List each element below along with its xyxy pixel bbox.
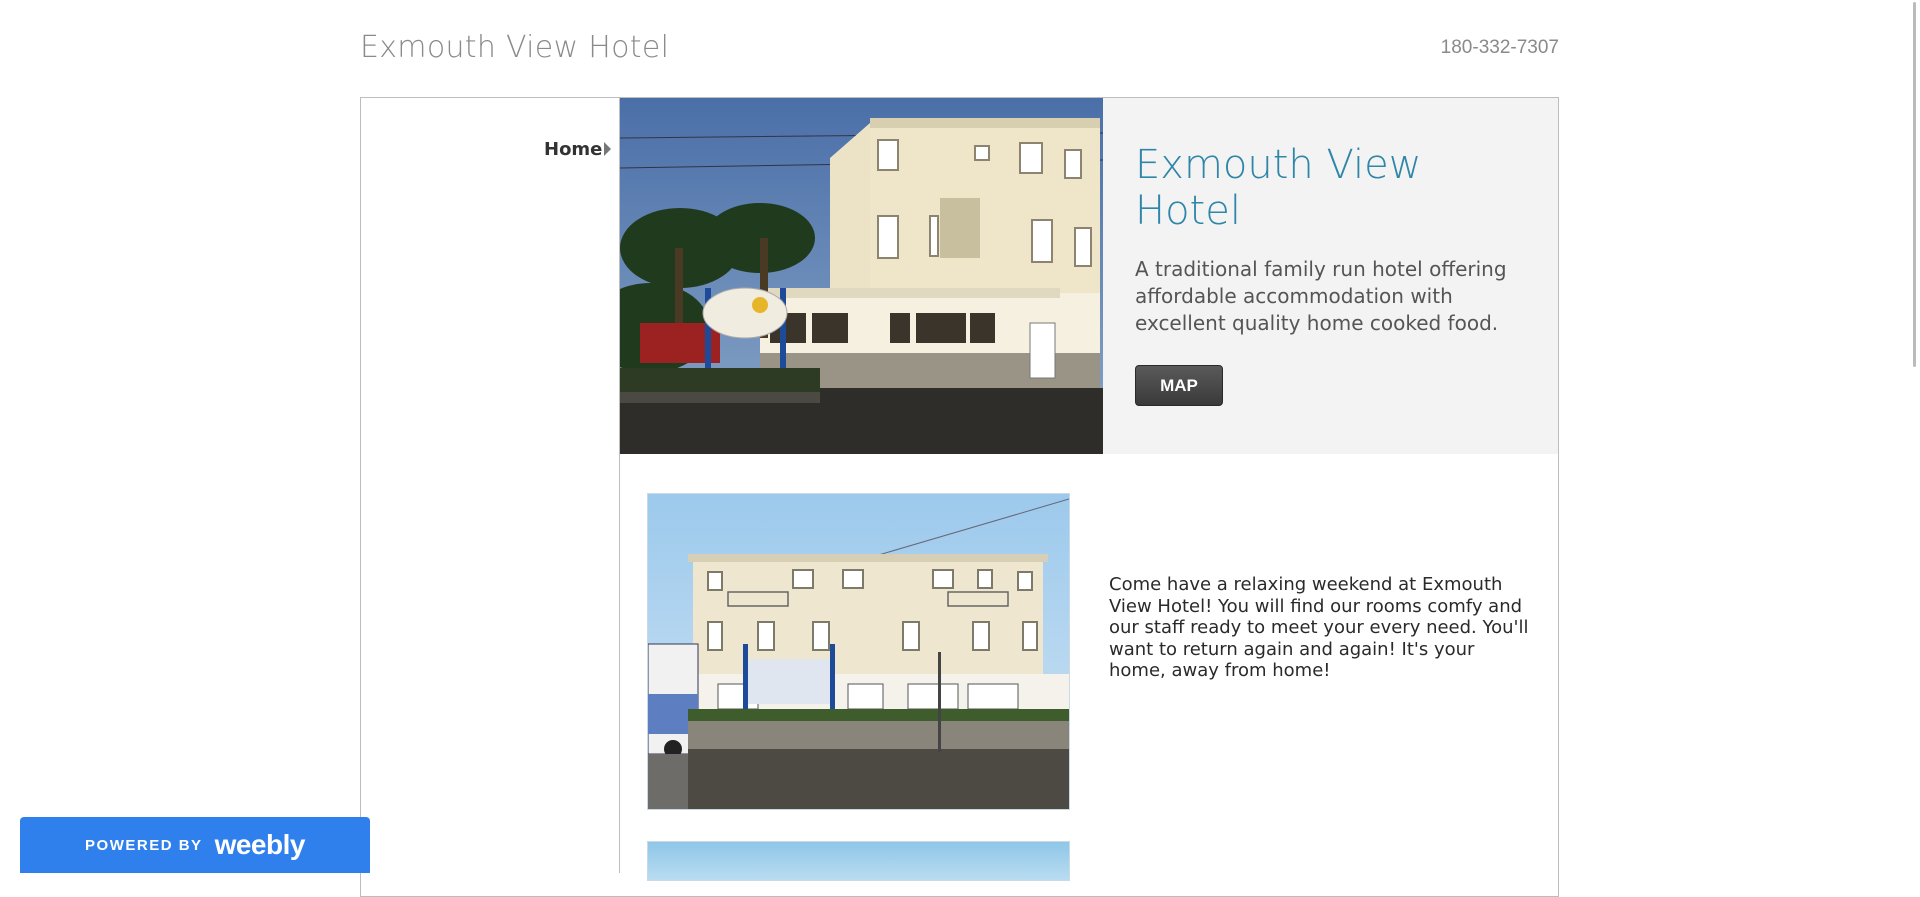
nav-item-home[interactable]: Home bbox=[544, 139, 602, 160]
scrollbar[interactable] bbox=[1903, 0, 1920, 873]
scrollbar-thumb[interactable] bbox=[1913, 2, 1916, 367]
map-button[interactable]: MAP bbox=[1135, 365, 1223, 406]
third-photo bbox=[647, 841, 1070, 881]
weebly-logo: weebly bbox=[214, 829, 306, 860]
hotel-exterior-photo bbox=[647, 493, 1070, 810]
hero-hotel-photo bbox=[620, 98, 1103, 454]
weebly-badge[interactable]: POWERED BY weebly bbox=[20, 817, 370, 873]
caret-right-icon bbox=[604, 142, 611, 156]
hero-title: Exmouth View Hotel bbox=[1135, 142, 1422, 234]
phone-number: 180-332-7307 bbox=[1440, 37, 1559, 58]
powered-by-label: POWERED BY bbox=[85, 836, 203, 854]
site-title[interactable]: Exmouth View Hotel bbox=[360, 30, 669, 65]
intro-paragraph: Come have a relaxing weekend at Exmouth … bbox=[1109, 574, 1529, 681]
hero-description: A traditional family run hotel offering … bbox=[1135, 257, 1507, 335]
